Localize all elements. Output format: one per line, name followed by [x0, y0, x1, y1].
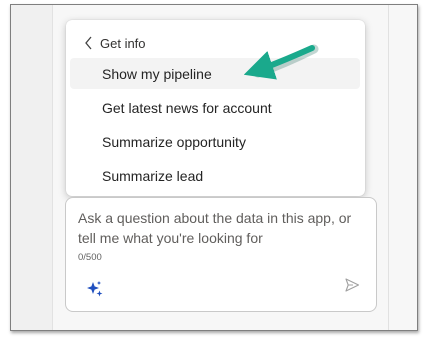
menu-item-summarize-lead[interactable]: Summarize lead [70, 160, 360, 191]
chat-input-placeholder[interactable]: Ask a question about the data in this ap… [78, 208, 368, 248]
sparkle-icon[interactable] [86, 280, 104, 298]
menu-item-show-my-pipeline[interactable]: Show my pipeline [70, 58, 360, 89]
send-icon[interactable] [344, 277, 360, 293]
prompt-suggestions-menu: Get info Show my pipeline Get latest new… [66, 20, 365, 196]
menu-item-get-latest-news[interactable]: Get latest news for account [70, 92, 360, 123]
menu-header-label: Get info [100, 35, 146, 51]
chat-input-box[interactable]: Ask a question about the data in this ap… [65, 197, 377, 312]
pane-divider [388, 5, 389, 330]
menu-item-summarize-opportunity[interactable]: Summarize opportunity [70, 126, 360, 157]
character-counter: 0/500 [78, 252, 102, 263]
back-to-categories-button[interactable]: Get info [84, 34, 146, 52]
chevron-left-icon [85, 36, 92, 50]
side-rail [11, 5, 53, 330]
